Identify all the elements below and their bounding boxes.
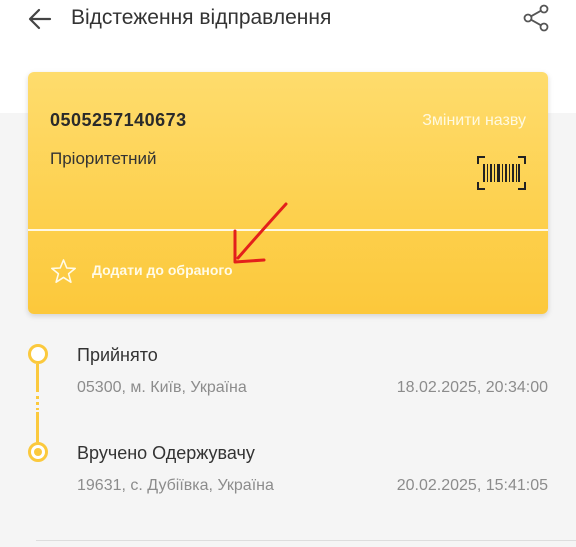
timeline-dot-accepted	[28, 344, 48, 364]
share-icon[interactable]	[521, 3, 551, 33]
event-datetime: 20.02.2025, 15:41:05	[396, 477, 548, 494]
event-status: Прийнято	[77, 345, 158, 365]
bottom-divider	[36, 540, 576, 541]
timeline-dot-delivered	[28, 442, 48, 462]
service-type: Пріоритетний	[50, 149, 157, 168]
event-place: 05300, м. Київ, Україна	[77, 379, 247, 396]
event-datetime: 18.02.2025, 20:34:00	[396, 379, 548, 396]
timeline-line	[36, 364, 39, 392]
timeline-dotted-line	[36, 396, 39, 410]
event-status: Вручено Одержувачу	[77, 443, 255, 463]
star-outline-icon	[51, 259, 76, 283]
arrow-left-icon[interactable]	[26, 5, 54, 33]
red-annotation-arrow	[233, 202, 288, 264]
add-to-favorites-label: Додати до обраного	[92, 262, 233, 278]
barcode-icon[interactable]	[477, 156, 526, 190]
rename-button[interactable]: Змінити назву	[422, 112, 526, 130]
event-place: 19631, с. Дубіївка, Україна	[77, 477, 274, 494]
page-title: Відстеження відправлення	[71, 6, 332, 29]
timeline-line	[36, 412, 39, 442]
tracking-number: 0505257140673	[50, 110, 187, 130]
tracking-timeline: Прийнято 05300, м. Київ, Україна 18.02.2…	[0, 330, 576, 547]
